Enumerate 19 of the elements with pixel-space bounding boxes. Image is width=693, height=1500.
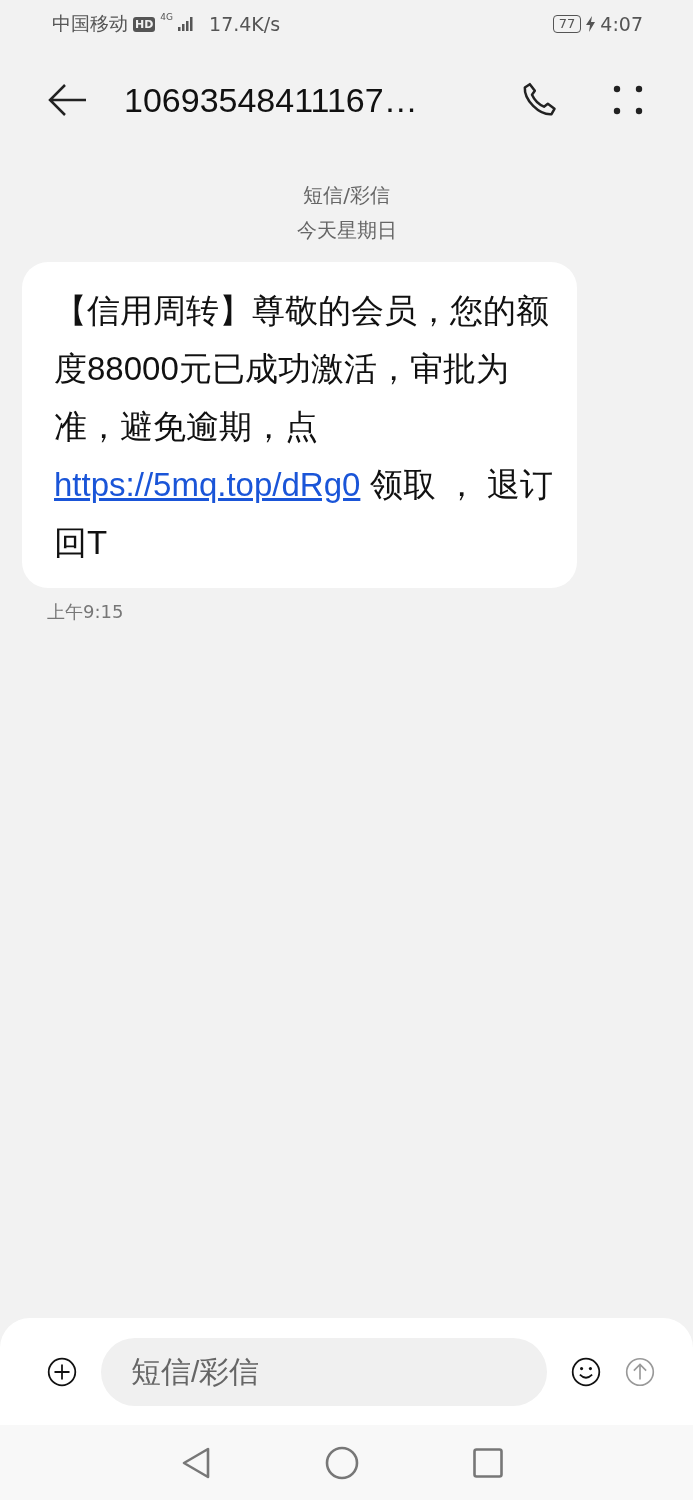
message-link[interactable]: https://5mq.top/dRg0 bbox=[54, 466, 361, 503]
signal-icon bbox=[178, 17, 195, 31]
back-arrow-icon[interactable] bbox=[48, 83, 88, 117]
message-time: 上午9:15 bbox=[47, 600, 124, 624]
date-label: 今天星期日 bbox=[296, 217, 397, 244]
carrier-name: 中国移动 bbox=[52, 11, 128, 36]
network-type: 4G bbox=[160, 12, 174, 22]
network-speed: 17.4K/s bbox=[209, 13, 281, 35]
contact-number: 10693548411167… bbox=[124, 80, 419, 120]
clock: 4:07 bbox=[600, 13, 643, 35]
hd-badge: HD bbox=[133, 16, 156, 32]
message-type-label: 短信/彩信 bbox=[303, 182, 390, 209]
message-text: 【信用周转】尊敬的会员，您的额度88000元已成功激活，审批为准，避免逾期，点 https://5mq.top/dRg0 领取 ， 退订回T bbox=[54, 291, 553, 563]
message-input[interactable]: 短信/彩信 bbox=[101, 1337, 547, 1406]
more-icon[interactable] bbox=[611, 83, 645, 117]
recents-nav-icon[interactable] bbox=[472, 1447, 503, 1478]
battery-level: 77 bbox=[552, 15, 582, 33]
home-nav-icon[interactable] bbox=[324, 1445, 359, 1480]
back-nav-icon[interactable] bbox=[180, 1445, 211, 1480]
